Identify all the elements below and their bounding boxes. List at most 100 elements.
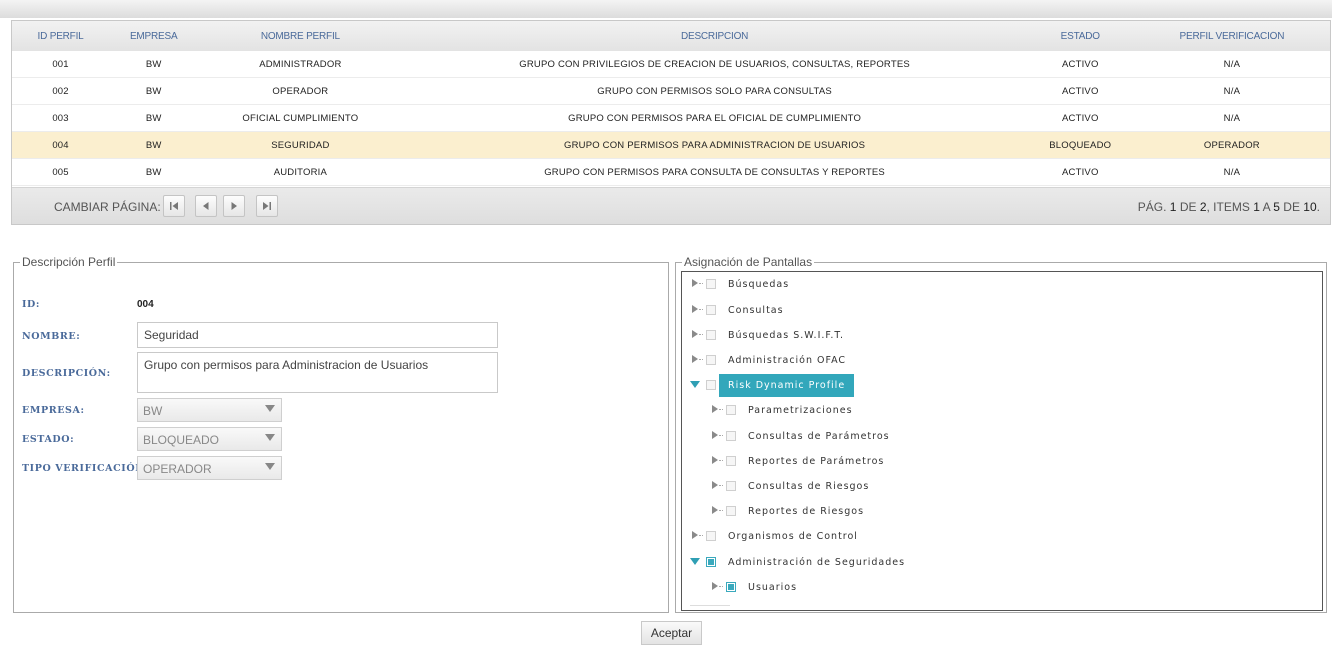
cell-nombre: OPERADOR <box>272 85 329 97</box>
header-estado[interactable]: ESTADO <box>1027 31 1134 42</box>
pager-label: CAMBIAR PÁGINA: <box>54 200 161 214</box>
descripcion-perfil-fieldset: Descripción Perfil ID: 004 NOMBRE: Segur… <box>13 255 669 613</box>
nombre-input[interactable]: Seguridad <box>137 322 498 348</box>
expand-arrow-icon[interactable] <box>710 476 724 496</box>
header-empresa[interactable]: EMPRESA <box>109 31 198 42</box>
cell-id: 004 <box>52 139 69 151</box>
pager-info: PÁG. 1 DE 2, ITEMS 1 A 5 DE 10. <box>1138 200 1320 214</box>
tree-node[interactable]: Consultas de Parámetros <box>710 426 890 446</box>
cell-empresa: BW <box>145 139 162 151</box>
profiles-grid: ID PERFIL EMPRESA NOMBRE PERFIL DESCRIPC… <box>11 20 1331 225</box>
expand-arrow-icon[interactable] <box>710 501 724 521</box>
expand-arrow-icon[interactable] <box>690 350 704 370</box>
expand-arrow-icon[interactable] <box>710 577 724 597</box>
tree-node[interactable]: Búsquedas S.W.I.F.T. <box>690 325 844 345</box>
checkbox[interactable] <box>726 481 736 491</box>
cell-nombre: OFICIAL CUMPLIMIENTO <box>242 112 359 124</box>
tree-node[interactable]: Administración OFAC <box>690 350 846 370</box>
next-page-icon <box>231 202 237 210</box>
tree-node[interactable]: Administración de Seguridades <box>690 552 905 572</box>
checkbox[interactable] <box>726 506 736 516</box>
checkbox[interactable] <box>706 531 716 541</box>
checkbox[interactable] <box>706 355 716 365</box>
expand-arrow-icon[interactable] <box>690 300 704 320</box>
expand-arrow-icon[interactable] <box>690 325 704 345</box>
expand-arrow-icon[interactable] <box>710 426 724 446</box>
estado-select[interactable]: BLOQUEADO <box>137 427 282 451</box>
cell-verificacion: OPERADOR <box>1203 139 1260 151</box>
checkbox[interactable] <box>706 305 716 315</box>
descripcion-textarea[interactable]: Grupo con permisos para Administracion d… <box>137 352 498 393</box>
tree-node-selected[interactable]: Risk Dynamic Profile <box>690 373 855 397</box>
cell-verificacion: N/A <box>1223 85 1241 97</box>
checkbox-checked[interactable] <box>706 557 716 567</box>
table-row[interactable]: 005 BW AUDITORIA GRUPO CON PERMISOS PARA… <box>12 159 1330 186</box>
tree-node[interactable]: Búsquedas <box>690 274 789 294</box>
checkbox[interactable] <box>726 431 736 441</box>
checkbox-checked[interactable] <box>726 582 736 592</box>
checkbox[interactable] <box>706 330 716 340</box>
tipo-verificacion-select-value: OPERADOR <box>143 462 212 476</box>
checkbox[interactable] <box>706 279 716 289</box>
checkbox[interactable] <box>726 405 736 415</box>
header-nombre-perfil[interactable]: NOMBRE PERFIL <box>198 31 402 42</box>
cell-estado: ACTIVO <box>1061 112 1099 124</box>
expand-arrow-icon[interactable] <box>710 400 724 420</box>
header-perfil-verificacion[interactable]: PERFIL VERIFICACIÓN <box>1134 31 1330 42</box>
collapse-arrow-icon[interactable] <box>690 375 704 395</box>
last-page-button[interactable] <box>256 195 278 217</box>
cell-estado: ACTIVO <box>1061 85 1099 97</box>
cell-estado: ACTIVO <box>1061 166 1099 178</box>
aceptar-button[interactable]: Aceptar <box>641 621 702 645</box>
tree-node[interactable]: Parametrizaciones <box>710 400 853 420</box>
pager-a: A <box>1262 200 1270 214</box>
cell-descripcion: GRUPO CON PRIVILEGIOS DE CREACION DE USU… <box>519 58 910 70</box>
pager-items-prefix: , ITEMS <box>1206 200 1250 214</box>
checkbox[interactable] <box>726 456 736 466</box>
chevron-down-icon <box>265 463 275 470</box>
tree-node[interactable]: Organismos de Control <box>690 526 858 546</box>
cell-verificacion: N/A <box>1223 112 1241 124</box>
prev-page-icon <box>203 202 209 210</box>
tree-node-label: Consultas de Parámetros <box>748 430 890 442</box>
expand-arrow-icon[interactable] <box>690 274 704 294</box>
table-row[interactable]: 001 BW ADMINISTRADOR GRUPO CON PRIVILEGI… <box>12 51 1330 78</box>
collapse-arrow-icon[interactable] <box>690 552 704 572</box>
tree-node[interactable]: Reportes de Riesgos <box>710 501 864 521</box>
empresa-select-value: BW <box>143 404 163 418</box>
pantallas-tree[interactable]: Búsquedas Consultas Búsquedas S.W.I.F.T.… <box>681 271 1323 611</box>
cell-nombre: ADMINISTRADOR <box>259 58 342 70</box>
tree-node-label: Reportes de Riesgos <box>748 505 865 517</box>
tipo-verificacion-label: TIPO VERIFICACIÓN: <box>22 463 149 474</box>
tree-node[interactable]: Usuarios <box>710 577 797 597</box>
expand-arrow-icon[interactable] <box>690 526 704 546</box>
tree-node[interactable]: Consultas <box>690 300 784 320</box>
header-descripcion[interactable]: DESCRIPCIÓN <box>402 31 1026 42</box>
tree-node[interactable]: Consultas de Riesgos <box>710 476 869 496</box>
table-row-selected[interactable]: 004 BW SEGURIDAD GRUPO CON PERMISOS PARA… <box>12 132 1330 159</box>
estado-label: ESTADO: <box>22 434 75 445</box>
table-row[interactable]: 002 BW OPERADOR GRUPO CON PERMISOS SOLO … <box>12 78 1330 105</box>
cell-id: 005 <box>52 166 69 178</box>
cell-verificacion: N/A <box>1223 166 1241 178</box>
nombre-label: NOMBRE: <box>22 331 81 342</box>
cell-empresa: BW <box>145 85 162 97</box>
first-page-button[interactable] <box>163 195 185 217</box>
header-id-perfil[interactable]: ID PERFIL <box>12 31 109 42</box>
table-row[interactable]: 003 BW OFICIAL CUMPLIMIENTO GRUPO CON PE… <box>12 105 1330 132</box>
cell-id: 002 <box>52 85 69 97</box>
next-page-button[interactable] <box>223 195 245 217</box>
tipo-verificacion-select[interactable]: OPERADOR <box>137 456 282 480</box>
prev-page-button[interactable] <box>195 195 217 217</box>
expand-arrow-icon[interactable] <box>710 451 724 471</box>
grid-header: ID PERFIL EMPRESA NOMBRE PERFIL DESCRIPC… <box>12 21 1330 51</box>
cell-id: 003 <box>52 112 69 124</box>
checkbox[interactable] <box>706 380 716 390</box>
tree-node[interactable]: Reportes de Parámetros <box>710 451 884 471</box>
pager-end: . <box>1316 200 1320 214</box>
empresa-select[interactable]: BW <box>137 398 282 422</box>
grid-pager: CAMBIAR PÁGINA: PÁG. 1 DE 2, ITEMS 1 A 5… <box>12 187 1330 224</box>
chevron-down-icon <box>265 405 275 412</box>
id-label: ID: <box>22 299 40 310</box>
descripcion-label: DESCRIPCIÓN: <box>22 368 111 379</box>
